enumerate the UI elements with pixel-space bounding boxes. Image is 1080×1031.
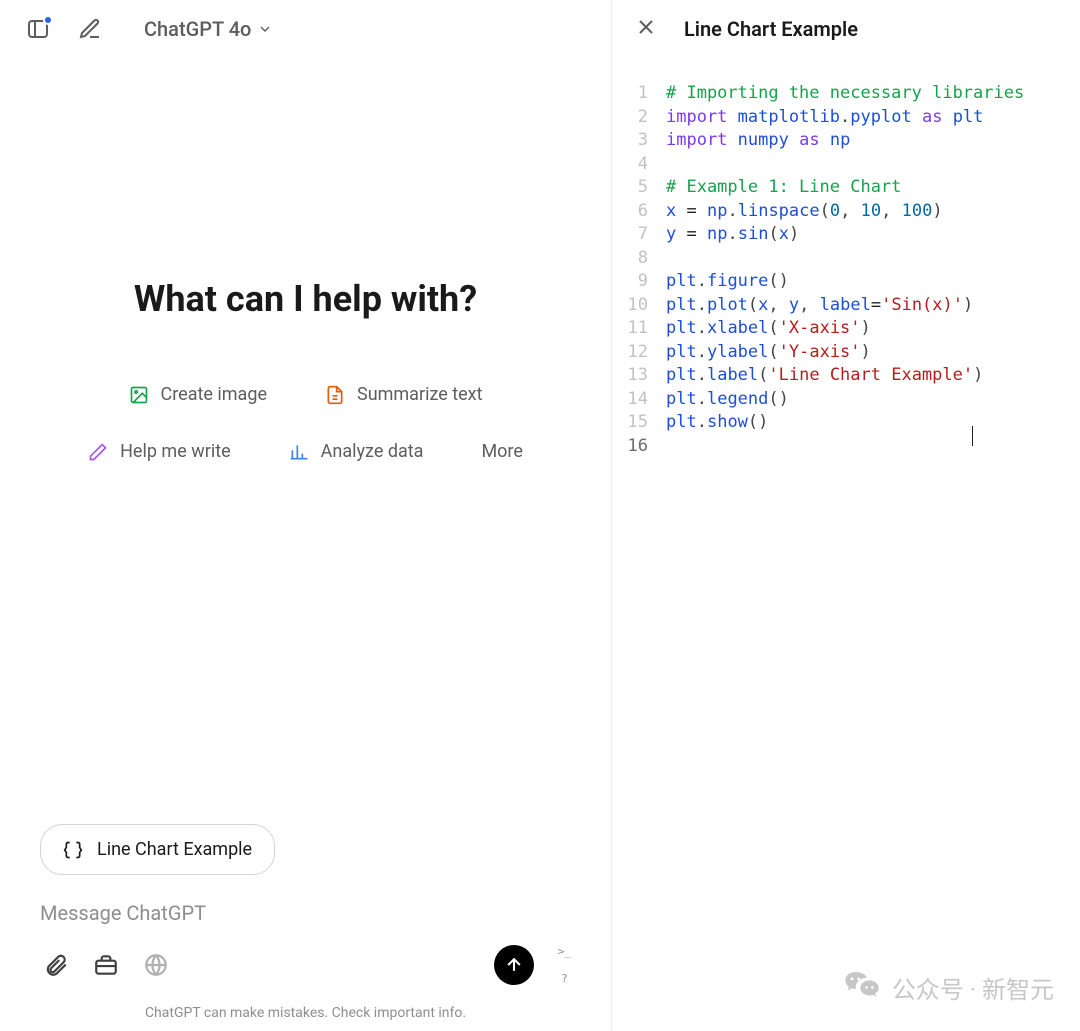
suggestion-summarize[interactable]: Summarize text — [311, 376, 497, 413]
help-hint: ? — [561, 972, 568, 985]
suggestion-create-image[interactable]: Create image — [115, 376, 282, 413]
globe-icon — [143, 952, 169, 978]
suggestion-help-write[interactable]: Help me write — [74, 433, 245, 470]
arrow-up-icon — [504, 955, 524, 975]
bar-chart-icon — [289, 442, 309, 462]
code-block: 12345678910111213141516 # Importing the … — [622, 82, 1070, 458]
attach-button[interactable] — [40, 949, 72, 981]
composer-toolbar: >_ ? — [40, 945, 571, 985]
text-caret — [972, 426, 973, 446]
suggestion-label: Create image — [161, 384, 268, 405]
chevron-down-icon — [257, 21, 273, 37]
suggestion-more[interactable]: More — [467, 433, 536, 470]
attachment-chip[interactable]: Line Chart Example — [40, 824, 275, 875]
toolbox-icon — [93, 952, 119, 978]
code-editor[interactable]: 12345678910111213141516 # Importing the … — [612, 58, 1080, 1031]
suggestion-row: Create image Summarize text Help me writ… — [26, 376, 586, 470]
footer-note: ChatGPT can make mistakes. Check importa… — [40, 1005, 571, 1021]
code-hint: >_ — [558, 945, 571, 958]
model-label: ChatGPT 4o — [144, 17, 251, 41]
suggestion-analyze[interactable]: Analyze data — [275, 433, 438, 470]
suggestion-label: More — [481, 441, 522, 462]
code-brackets-icon — [63, 840, 83, 860]
close-canvas-button[interactable] — [634, 15, 662, 43]
web-button[interactable] — [140, 949, 172, 981]
chat-header: ChatGPT 4o — [0, 0, 611, 58]
canvas-panel: Line Chart Example 123456789101112131415… — [612, 0, 1080, 1031]
side-hint-column: >_ ? — [558, 945, 571, 985]
message-input[interactable]: Message ChatGPT — [40, 893, 571, 945]
chat-center: What can I help with? Create image Summa… — [0, 278, 611, 470]
canvas-title: Line Chart Example — [684, 17, 858, 41]
suggestion-label: Analyze data — [321, 441, 424, 462]
send-button[interactable] — [494, 945, 534, 985]
wechat-icon — [842, 967, 882, 1007]
watermark-text: 公众号 · 新智元 — [892, 970, 1054, 1005]
line-number-gutter: 12345678910111213141516 — [622, 82, 666, 458]
headline: What can I help with? — [134, 278, 477, 320]
document-icon — [325, 385, 345, 405]
suggestion-label: Summarize text — [357, 384, 483, 405]
chat-panel: ChatGPT 4o What can I help with? Create … — [0, 0, 612, 1031]
image-icon — [129, 385, 149, 405]
close-icon — [634, 15, 658, 39]
edit-icon — [78, 17, 102, 41]
code-lines: # Importing the necessary librariesimpor… — [666, 82, 1024, 458]
paperclip-icon — [43, 952, 69, 978]
model-picker[interactable]: ChatGPT 4o — [136, 13, 281, 45]
suggestion-label: Help me write — [120, 441, 231, 462]
sidebar-toggle-button[interactable] — [20, 11, 56, 47]
pencil-icon — [88, 442, 108, 462]
canvas-header: Line Chart Example — [612, 0, 1080, 58]
attachment-label: Line Chart Example — [97, 839, 252, 860]
composer-area: Line Chart Example Message ChatGPT >_ ? … — [0, 824, 611, 1021]
tools-button[interactable] — [90, 949, 122, 981]
notification-dot — [43, 15, 53, 25]
new-chat-button[interactable] — [72, 11, 108, 47]
watermark: 公众号 · 新智元 — [842, 967, 1054, 1007]
